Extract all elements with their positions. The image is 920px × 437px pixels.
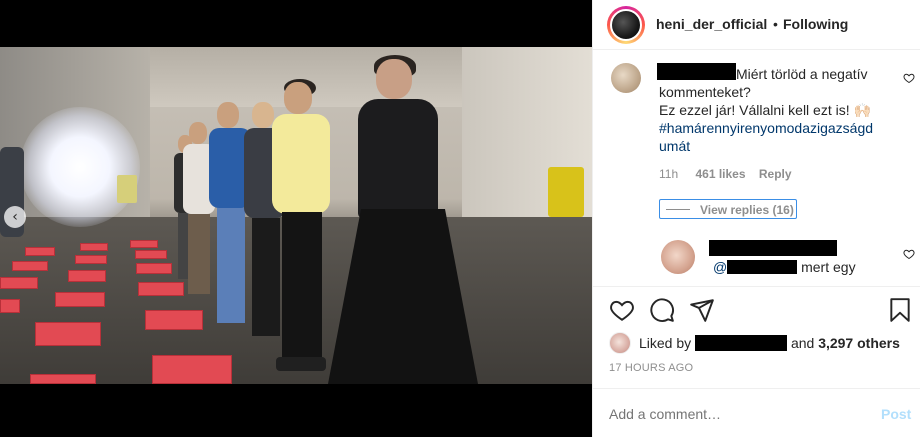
likes-summary: Liked by and 3,297 others: [609, 332, 919, 354]
photo-tile: [35, 322, 101, 346]
profile-avatar[interactable]: [607, 6, 645, 44]
photo-tile: [152, 355, 232, 384]
carousel-prev-button[interactable]: ‹: [4, 206, 26, 228]
reply-heart-icon[interactable]: [903, 248, 915, 260]
redacted-username: [709, 240, 837, 256]
comments-list[interactable]: Miért törlöd a negatív kommenteket? Ez e…: [593, 50, 920, 286]
photo-tile: [75, 255, 107, 264]
post-timestamp[interactable]: 17 HOURS AGO: [609, 362, 693, 374]
commenter-avatar[interactable]: [611, 63, 641, 93]
comment-bubble-icon[interactable]: [649, 297, 675, 323]
comment-text: Miért törlöd a negatív kommenteket? Ez e…: [659, 65, 899, 155]
bookmark-icon[interactable]: [887, 297, 913, 323]
reply-text: @ mert egy: [713, 259, 856, 275]
photo-tile: [130, 240, 158, 248]
paper-plane-icon[interactable]: [689, 297, 715, 323]
add-comment-input[interactable]: [609, 406, 849, 422]
liked-by-text: Liked by and 3,297 others: [639, 335, 900, 351]
post-actions: [593, 286, 920, 330]
photo-tile: [25, 247, 55, 256]
photo-tile: [80, 243, 108, 251]
photo-person-main: [318, 55, 478, 384]
photo-barrel-small: [117, 175, 137, 203]
photo-tile: [12, 261, 48, 271]
photo-tile: [136, 263, 172, 274]
comment-line: Ez ezzel jár! Vállalni kell ezt is! 🙌🏻: [659, 102, 871, 118]
photo-tile: [30, 374, 96, 384]
comment-likes[interactable]: 461 likes: [695, 167, 745, 181]
hashtag-link[interactable]: #hamárennyirenyomodazigazságd: [659, 120, 873, 136]
photo-barrel: [548, 167, 584, 217]
header-separator: •: [773, 16, 778, 32]
reply-button[interactable]: Reply: [759, 167, 792, 181]
liker-avatar[interactable]: [609, 332, 631, 354]
liked-by-conjunction: and: [790, 335, 815, 351]
header-username[interactable]: heni_der_official: [656, 16, 767, 32]
liked-by-prefix: Liked by: [639, 335, 692, 351]
photo-tile: [0, 277, 38, 289]
redacted-mention: [727, 260, 798, 274]
photo-tile: [135, 250, 167, 259]
view-replies-button[interactable]: View replies (16): [659, 199, 797, 219]
reply-line: mert egy: [801, 259, 856, 275]
heart-icon[interactable]: [609, 297, 635, 323]
comment-line: Miért törlöd a negatív: [736, 66, 868, 82]
following-button[interactable]: Following: [783, 16, 848, 32]
photo-tile: [0, 299, 20, 313]
photo-light: [20, 107, 140, 227]
comment-composer: Post: [593, 388, 920, 437]
photo-tile: [68, 270, 106, 282]
post-header: heni_der_official • Following: [593, 0, 920, 50]
post-button[interactable]: Post: [881, 406, 911, 422]
comment-heart-icon[interactable]: [903, 72, 915, 84]
reply-avatar[interactable]: [661, 240, 695, 274]
comment-age: 11h: [659, 167, 679, 181]
post-panel: heni_der_official • Following Miért törl…: [592, 0, 920, 437]
avatar-image: [610, 9, 642, 41]
mention-link[interactable]: @: [713, 259, 727, 275]
post-photo: [0, 47, 592, 384]
photo-tile: [55, 292, 105, 307]
view-replies-label: View replies (16): [700, 203, 794, 217]
post-media: ‹: [0, 0, 592, 437]
hashtag-link-continued[interactable]: umát: [659, 138, 690, 154]
replies-divider: [666, 209, 690, 210]
redacted-liker: [695, 335, 788, 351]
likes-others-link[interactable]: 3,297 others: [818, 335, 900, 351]
comment-line: kommenteket?: [659, 84, 751, 100]
photo-tile: [145, 310, 203, 330]
comment-meta: 11h 461 likes Reply: [659, 167, 792, 181]
